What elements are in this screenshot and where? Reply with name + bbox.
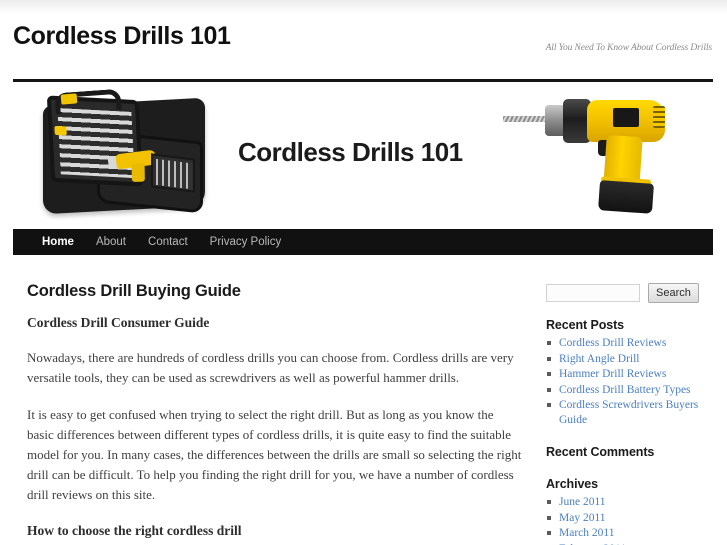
nav-item-privacy-policy[interactable]: Privacy Policy	[199, 236, 293, 248]
list-item: Right Angle Drill	[546, 352, 713, 367]
post-subtitle: Cordless Drill Consumer Guide	[27, 315, 210, 330]
sidebar: Search Recent Posts Cordless Drill Revie…	[546, 270, 713, 545]
recent-comments-title: Recent Comments	[546, 445, 655, 459]
recent-post-link[interactable]: Hammer Drill Reviews	[559, 368, 666, 380]
list-item: February 2011	[546, 542, 713, 545]
archives-list: June 2011 May 2011 March 2011 February 2…	[546, 495, 713, 545]
list-item: May 2011	[546, 511, 713, 526]
search-widget: Search	[546, 282, 713, 304]
post-paragraph-2: It is easy to get confused when trying t…	[27, 407, 522, 502]
recent-post-link[interactable]: Cordless Drill Battery Types	[559, 384, 691, 396]
archives-title: Archives	[546, 477, 599, 491]
page-root: Cordless Drills 101 All You Need To Know…	[0, 0, 727, 545]
nav-list: Home About Contact Privacy Policy	[13, 229, 713, 255]
content-area: Cordless Drill Buying Guide Cordless Dri…	[13, 270, 713, 545]
list-item: June 2011	[546, 495, 713, 510]
list-item: Cordless Drill Reviews	[546, 336, 713, 351]
banner-title: Cordless Drills 101	[238, 137, 463, 167]
archive-link[interactable]: March 2011	[559, 527, 614, 539]
site-header: Cordless Drills 101 All You Need To Know…	[13, 22, 713, 74]
main-column: Cordless Drill Buying Guide Cordless Dri…	[27, 270, 523, 539]
page-title: Cordless Drill Buying Guide	[27, 282, 241, 300]
post-paragraph-1: Nowadays, there are hundreds of cordless…	[27, 350, 514, 385]
top-gradient-strip	[0, 0, 727, 14]
recent-post-link[interactable]: Cordless Drill Reviews	[559, 337, 666, 349]
archive-link[interactable]: June 2011	[559, 496, 606, 508]
search-button[interactable]: Search	[648, 283, 699, 303]
nav-item-home[interactable]: Home	[31, 236, 85, 248]
nav-item-contact[interactable]: Contact	[137, 236, 199, 248]
archive-link[interactable]: May 2011	[559, 512, 606, 524]
list-item: March 2011	[546, 526, 713, 541]
recent-posts-title: Recent Posts	[546, 318, 624, 332]
list-item: Cordless Screwdrivers Buyers Guide	[546, 398, 713, 427]
tool-case-image	[39, 88, 209, 215]
recent-posts-list: Cordless Drill Reviews Right Angle Drill…	[546, 336, 713, 427]
site-banner: Cordless Drills 101	[13, 79, 713, 220]
site-title[interactable]: Cordless Drills 101	[13, 22, 231, 51]
search-input[interactable]	[546, 284, 640, 302]
recent-post-link[interactable]: Right Angle Drill	[559, 353, 640, 365]
primary-navigation: Home About Contact Privacy Policy	[13, 229, 713, 255]
post-heading-how-to-choose: How to choose the right cordless drill	[27, 523, 242, 538]
nav-item-about[interactable]: About	[85, 236, 137, 248]
site-tagline: All You Need To Know About Cordless Dril…	[545, 43, 713, 53]
cordless-drill-image	[501, 90, 691, 218]
list-item: Cordless Drill Battery Types	[546, 383, 713, 398]
recent-post-link[interactable]: Cordless Screwdrivers Buyers Guide	[559, 399, 698, 426]
list-item: Hammer Drill Reviews	[546, 367, 713, 382]
